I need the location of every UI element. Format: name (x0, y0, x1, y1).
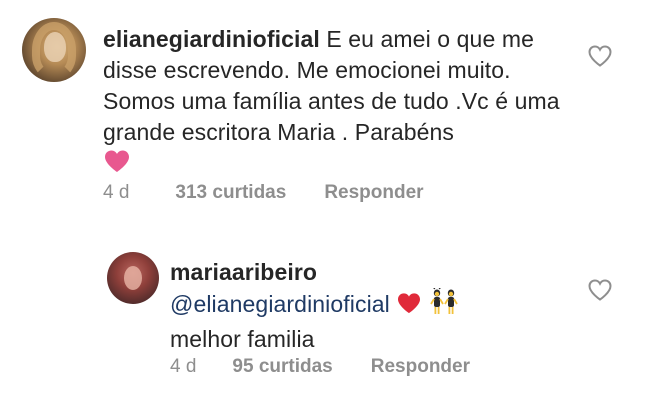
comment-meta: 4 d 313 curtidas Responder (103, 182, 424, 204)
avatar-face (44, 32, 66, 62)
mention-link[interactable]: @elianegiardinioficial (170, 291, 390, 317)
dancing-women-icon (429, 286, 459, 324)
comment-time: 4 d (103, 182, 130, 203)
comment-likes[interactable]: 95 curtidas (232, 356, 332, 378)
comment-body: elianegiardinioficial E eu amei o que me… (103, 24, 573, 181)
avatar[interactable] (22, 18, 86, 82)
like-heart-icon[interactable] (587, 44, 613, 68)
red-heart-icon (396, 291, 422, 322)
avatar[interactable] (107, 252, 159, 304)
comment-likes[interactable]: 313 curtidas (175, 182, 286, 204)
comment-text: melhor familia (170, 326, 315, 352)
comment-meta: 4 d 95 curtidas Responder (170, 356, 470, 378)
comment-body: mariaaribeiro @elianegiardinioficial mel… (170, 257, 570, 355)
comment-username[interactable]: elianegiardinioficial (103, 26, 320, 52)
avatar-face (124, 266, 142, 290)
reply-button[interactable]: Responder (371, 356, 470, 378)
reply-button[interactable]: Responder (324, 182, 423, 204)
comment-username[interactable]: mariaaribeiro (170, 259, 317, 285)
pink-heart-icon (103, 149, 131, 181)
comment-time: 4 d (170, 356, 197, 377)
like-heart-icon[interactable] (587, 278, 613, 302)
